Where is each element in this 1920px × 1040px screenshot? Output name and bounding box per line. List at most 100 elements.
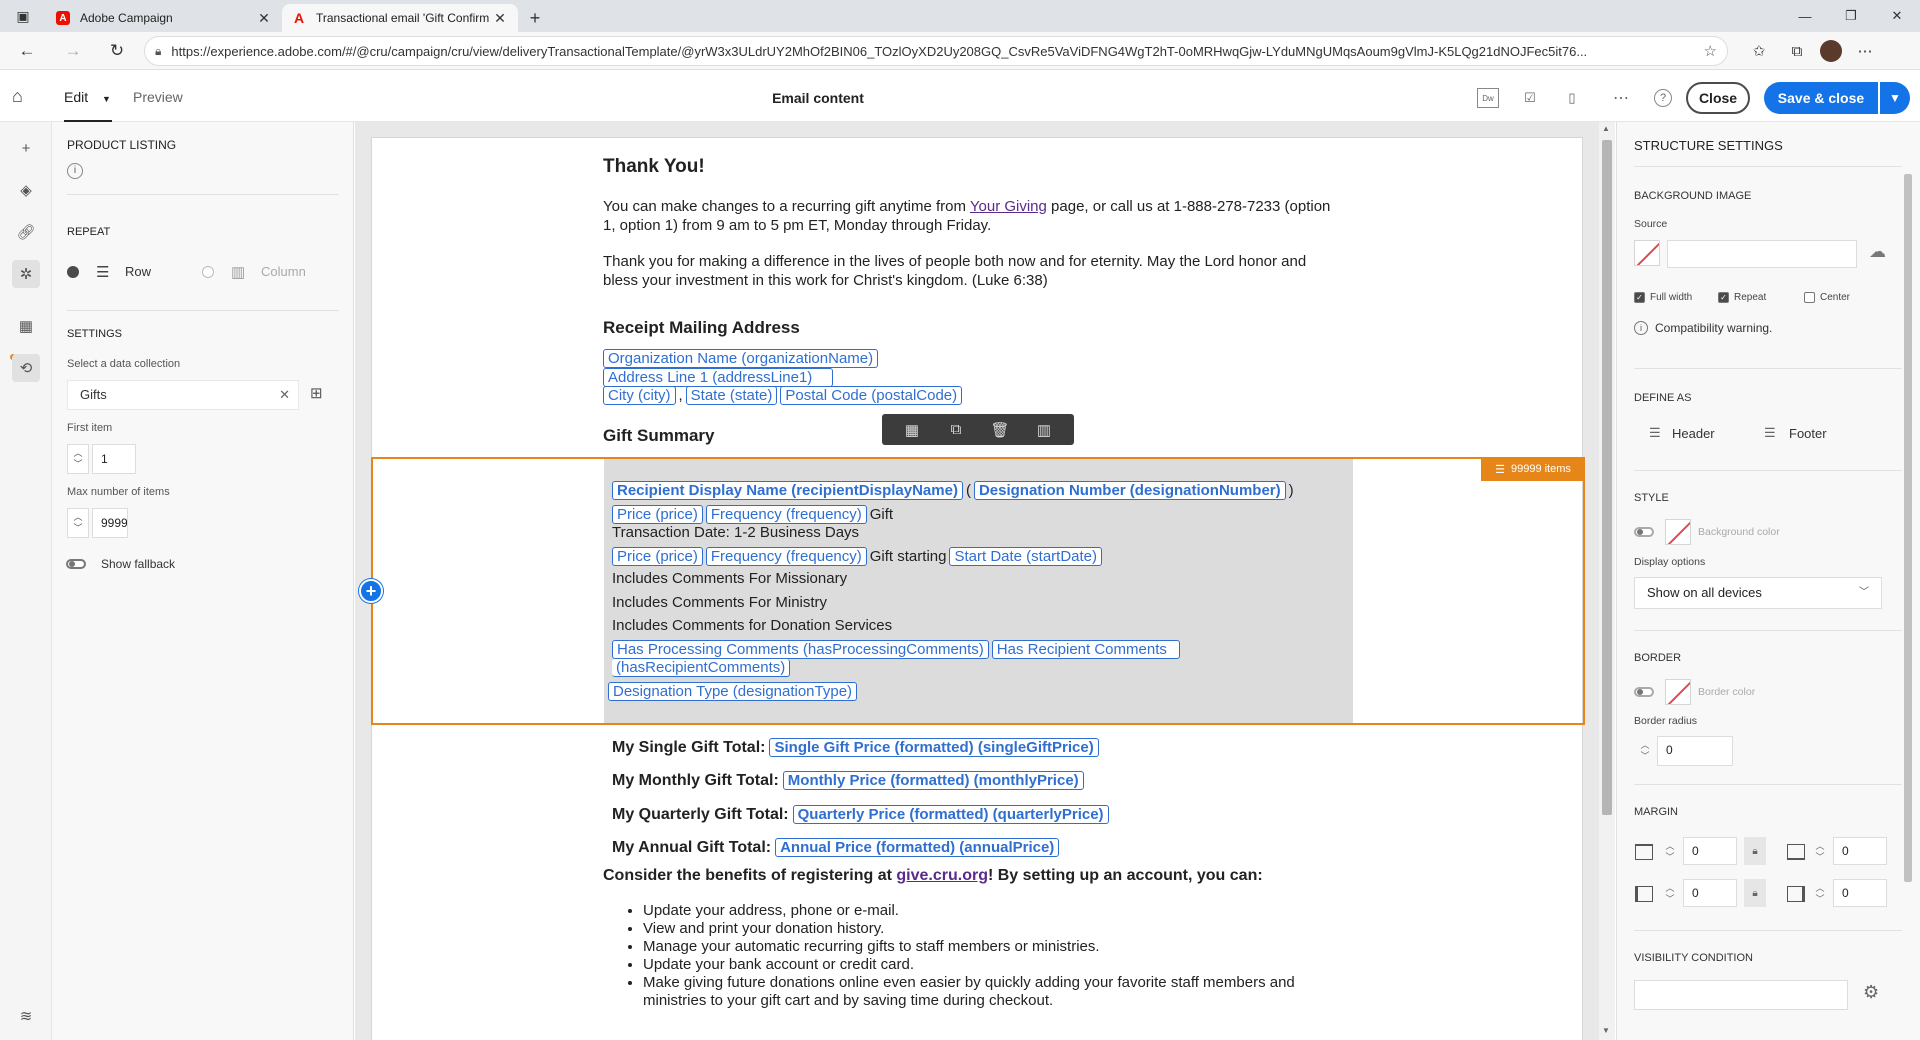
full-width-checkbox[interactable]: ✓ bbox=[1634, 292, 1645, 303]
recipient-name-token[interactable]: Recipient Display Name (recipientDisplay… bbox=[612, 481, 963, 500]
postal-code-token[interactable]: Postal Code (postalCode) bbox=[780, 386, 963, 405]
has-recipient-comments-token-cont[interactable]: (hasRecipientComments) bbox=[612, 659, 791, 677]
url-field[interactable]: 🔒︎ https://experience.adobe.com/#/@cru/c… bbox=[144, 36, 1728, 66]
first-item-stepper[interactable]: ︿ ﹀ bbox=[67, 444, 89, 474]
select-parent-icon[interactable]: ▦ bbox=[900, 421, 924, 439]
bg-color-swatch[interactable] bbox=[1665, 519, 1691, 545]
has-recipient-comments-token[interactable]: Has Recipient Comments bbox=[991, 640, 1180, 659]
max-items-input[interactable]: 9999 bbox=[92, 508, 128, 538]
header-option[interactable]: Header bbox=[1672, 426, 1715, 441]
header-icon[interactable]: ☰ bbox=[1649, 425, 1661, 441]
margin-bottom-input[interactable]: 0 bbox=[1833, 837, 1887, 865]
designation-type-token[interactable]: Designation Type (designationType) bbox=[608, 682, 858, 701]
bg-image-swatch[interactable] bbox=[1634, 240, 1660, 266]
back-icon[interactable]: ← bbox=[8, 34, 46, 68]
more-icon[interactable]: ⋯ bbox=[1850, 36, 1880, 66]
lock-icon[interactable]: 🔒︎ bbox=[1744, 879, 1766, 907]
margin-right-stepper[interactable]: ︿ ﹀ bbox=[1809, 879, 1831, 909]
mobile-preview-icon[interactable]: ▯ bbox=[1561, 88, 1583, 108]
restore-icon[interactable]: ❐ bbox=[1828, 0, 1874, 32]
annual-price-token[interactable]: Annual Price (formatted) (annualPrice) bbox=[775, 838, 1060, 857]
add-structure-button[interactable]: + bbox=[359, 579, 383, 603]
fragments-icon[interactable]: ▦ bbox=[12, 312, 40, 340]
designation-number-token[interactable]: Designation Number (designationNumber) bbox=[973, 481, 1286, 500]
duplicate-icon[interactable]: ⧉ bbox=[944, 421, 968, 438]
display-options-select[interactable]: Show on all devices ﹀ bbox=[1634, 577, 1882, 609]
first-item-input[interactable]: 1 bbox=[92, 444, 136, 474]
center-checkbox[interactable] bbox=[1804, 292, 1815, 303]
footer-icon[interactable]: ☰ bbox=[1764, 425, 1776, 441]
collections-icon[interactable]: ⧉ bbox=[1782, 36, 1812, 66]
margin-bottom-stepper[interactable]: ︿ ﹀ bbox=[1809, 837, 1831, 867]
help-icon[interactable]: ? bbox=[1654, 89, 1672, 107]
window-close-icon[interactable]: ✕ bbox=[1874, 0, 1920, 32]
your-giving-link[interactable]: Your Giving bbox=[970, 198, 1047, 215]
column-radio[interactable] bbox=[202, 266, 214, 278]
footer-option[interactable]: Footer bbox=[1789, 426, 1827, 441]
border-radius-input[interactable]: 0 bbox=[1657, 736, 1733, 766]
dreamweaver-icon[interactable]: Dw bbox=[1477, 88, 1499, 108]
close-button[interactable]: Close bbox=[1686, 82, 1750, 114]
has-processing-comments-token[interactable]: Has Processing Comments (hasProcessingCo… bbox=[612, 640, 989, 659]
clear-icon[interactable]: ✕ bbox=[279, 381, 290, 409]
margin-left-stepper[interactable]: ︿ ﹀ bbox=[1659, 879, 1681, 909]
save-close-button[interactable]: Save & close bbox=[1764, 82, 1878, 114]
row-radio[interactable] bbox=[67, 266, 79, 278]
price-token[interactable]: Price (price) bbox=[612, 505, 703, 524]
margin-top-stepper[interactable]: ︿ ﹀ bbox=[1659, 837, 1681, 867]
drag-columns-icon[interactable]: ▥ bbox=[1032, 421, 1056, 439]
browse-collection-icon[interactable]: ⊞ bbox=[310, 384, 323, 402]
close-tab-icon[interactable]: ✕ bbox=[256, 10, 272, 27]
tab-actions-icon[interactable]: ▣ bbox=[0, 0, 46, 32]
state-token[interactable]: State (state) bbox=[685, 386, 778, 405]
browser-tab-adobe-campaign[interactable]: A Adobe Campaign ✕ bbox=[46, 4, 282, 32]
browser-tab-transactional-email[interactable]: A Transactional email 'Gift Confirm ✕ bbox=[282, 4, 518, 32]
forward-icon[interactable]: → bbox=[54, 34, 92, 68]
bg-image-source-input[interactable] bbox=[1667, 240, 1857, 268]
gear-icon[interactable]: ⚙ bbox=[1863, 982, 1879, 1003]
link-icon[interactable]: 🔗︎ bbox=[12, 218, 40, 246]
start-date-token[interactable]: Start Date (startDate) bbox=[949, 547, 1103, 566]
save-options-chevron-icon[interactable]: ▼ bbox=[1880, 82, 1910, 114]
monthly-price-token[interactable]: Monthly Price (formatted) (monthlyPrice) bbox=[782, 771, 1084, 790]
quarterly-price-token[interactable]: Quarterly Price (formatted) (quarterlyPr… bbox=[792, 805, 1109, 824]
validation-icon[interactable]: ☑ bbox=[1519, 88, 1541, 108]
dynamic-content-icon[interactable]: ⟲ bbox=[12, 354, 40, 382]
visibility-condition-input[interactable] bbox=[1634, 980, 1848, 1010]
scroll-down-icon[interactable]: ▼ bbox=[1602, 1026, 1610, 1035]
upload-cloud-icon[interactable]: ☁ bbox=[1869, 242, 1886, 262]
scrollbar-thumb[interactable] bbox=[1602, 140, 1612, 815]
border-radius-stepper[interactable]: ︿ ﹀ bbox=[1634, 736, 1656, 766]
margin-right-input[interactable]: 0 bbox=[1833, 879, 1887, 907]
minimize-icon[interactable]: — bbox=[1782, 0, 1828, 32]
scroll-up-icon[interactable]: ▲ bbox=[1602, 124, 1610, 133]
max-items-stepper[interactable]: ︿ ﹀ bbox=[67, 508, 89, 538]
delete-icon[interactable]: 🗑︎ bbox=[988, 421, 1012, 439]
lock-icon[interactable]: 🔒︎ bbox=[1744, 837, 1766, 865]
border-color-swatch[interactable] bbox=[1665, 679, 1691, 705]
repeat-checkbox[interactable]: ✓ bbox=[1718, 292, 1729, 303]
close-tab-icon[interactable]: ✕ bbox=[492, 10, 508, 27]
settings-scrollbar[interactable] bbox=[1902, 168, 1914, 1010]
fallback-toggle[interactable] bbox=[66, 559, 86, 569]
org-name-token[interactable]: Organization Name (organizationName) bbox=[603, 349, 879, 368]
personalization-icon[interactable]: ✲ bbox=[12, 260, 40, 288]
bg-color-toggle[interactable] bbox=[1634, 527, 1654, 537]
reload-icon[interactable]: ↻ bbox=[98, 34, 136, 68]
single-gift-price-token[interactable]: Single Gift Price (formatted) (singleGif… bbox=[769, 738, 1099, 757]
data-collection-field[interactable]: Gifts ✕ bbox=[67, 380, 299, 410]
address-token[interactable]: Address Line 1 (addressLine1) bbox=[603, 368, 833, 387]
layers-icon[interactable]: ◈ bbox=[12, 176, 40, 204]
favorite-star-icon[interactable]: ☆ bbox=[1704, 42, 1717, 60]
price-token[interactable]: Price (price) bbox=[612, 547, 703, 566]
margin-left-input[interactable]: 0 bbox=[1683, 879, 1737, 907]
margin-top-input[interactable]: 0 bbox=[1683, 837, 1737, 865]
frequency-token[interactable]: Frequency (frequency) bbox=[705, 547, 867, 566]
frequency-token[interactable]: Frequency (frequency) bbox=[705, 505, 867, 524]
settings-stack-icon[interactable]: ≋ bbox=[12, 1002, 40, 1030]
scrollbar-thumb[interactable] bbox=[1904, 174, 1912, 882]
give-cru-link[interactable]: give.cru.org bbox=[896, 867, 988, 885]
canvas-scrollbar[interactable]: ▲ ▼ bbox=[1599, 122, 1615, 1040]
city-token[interactable]: City (city) bbox=[603, 386, 676, 405]
more-options-icon[interactable]: ⋯ bbox=[1610, 88, 1632, 108]
